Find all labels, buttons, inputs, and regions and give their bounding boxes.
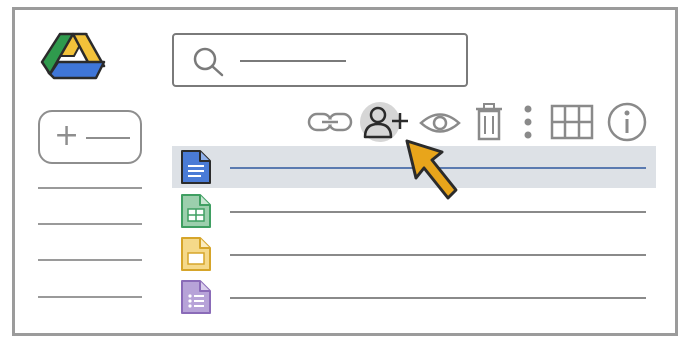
file-row-3[interactable] bbox=[172, 233, 656, 275]
new-button[interactable]: + bbox=[38, 110, 142, 164]
file-name bbox=[230, 297, 646, 299]
file-name bbox=[230, 211, 646, 213]
sidebar-item-2[interactable] bbox=[38, 223, 142, 225]
info-icon[interactable] bbox=[604, 100, 650, 144]
link-icon[interactable] bbox=[306, 100, 354, 144]
search-box[interactable] bbox=[172, 33, 468, 87]
new-button-label bbox=[86, 137, 130, 139]
search-input[interactable] bbox=[240, 60, 346, 62]
sidebar-item-3[interactable] bbox=[38, 259, 142, 261]
sidebar-item-1[interactable] bbox=[38, 187, 142, 189]
trash-icon[interactable] bbox=[472, 100, 506, 144]
google-docs-icon bbox=[181, 150, 211, 184]
file-row-4[interactable] bbox=[172, 276, 656, 318]
google-sheets-icon bbox=[181, 194, 211, 228]
plus-icon: + bbox=[54, 118, 80, 153]
search-icon bbox=[193, 47, 224, 77]
google-drive-logo-icon bbox=[40, 32, 106, 80]
file-name bbox=[230, 254, 646, 256]
google-forms-icon bbox=[181, 280, 211, 314]
google-slides-icon bbox=[181, 237, 211, 271]
mouse-pointer-icon bbox=[405, 139, 458, 200]
more-vertical-icon[interactable] bbox=[518, 100, 538, 144]
grid-view-icon[interactable] bbox=[548, 100, 596, 144]
sidebar-item-4[interactable] bbox=[38, 296, 142, 298]
